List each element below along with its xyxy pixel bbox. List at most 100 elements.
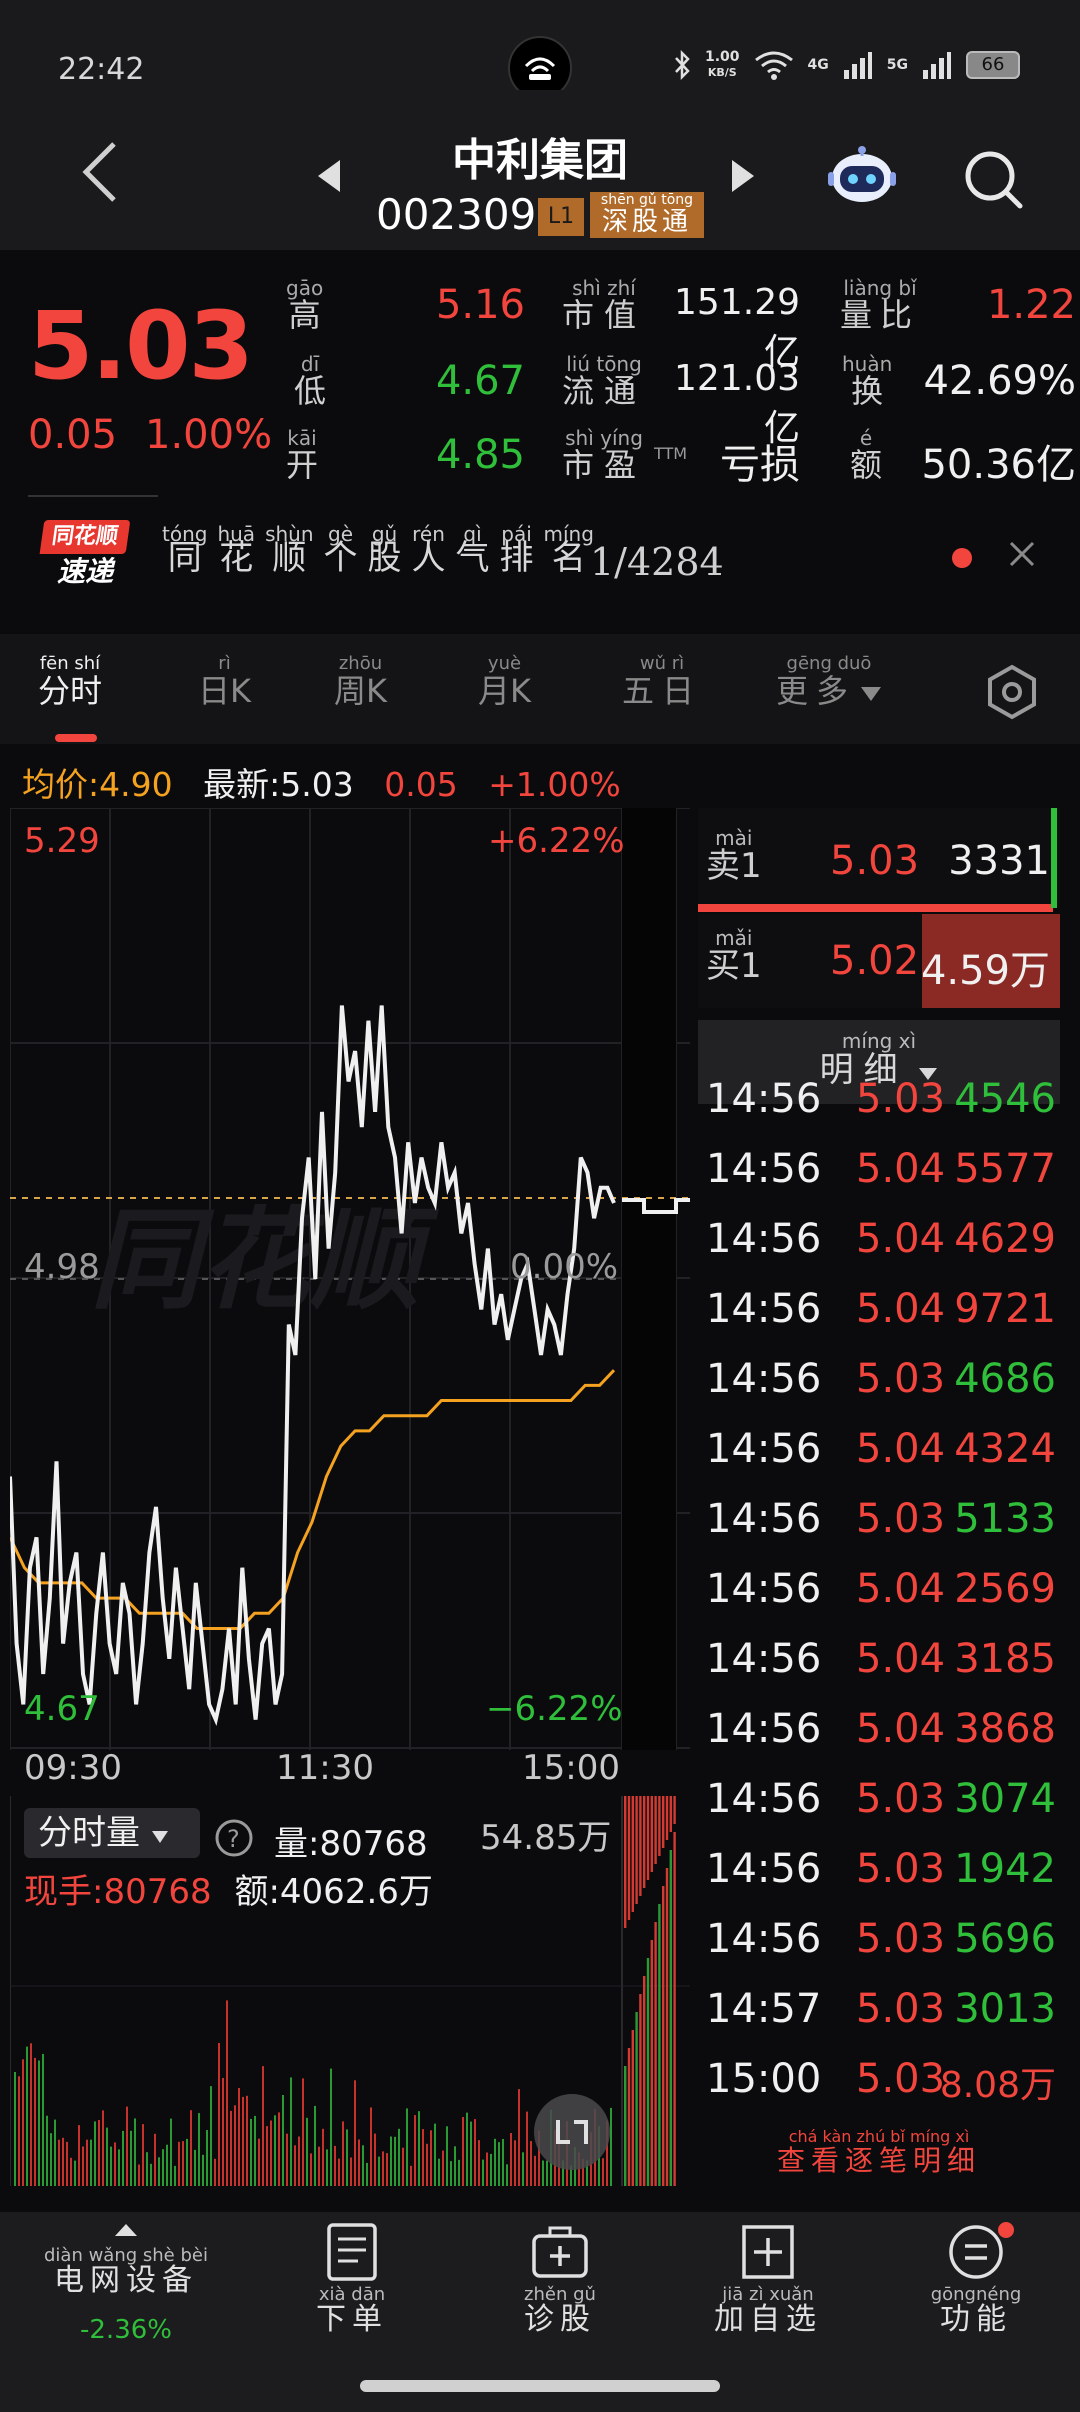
trade-time: 14:56 [706,1216,822,1262]
period-tabs [0,634,1080,744]
tab-daily-k[interactable]: rì 日K [198,654,251,709]
volume-bar [434,2123,436,2186]
buy-row[interactable]: mǎi 买1 5.02 4.59万 [698,914,1060,1008]
volume-bar [382,2151,384,2186]
volume-bar [126,2106,128,2186]
trade-time: 14:56 [706,1706,822,1752]
turnover-label: huàn 换 [842,352,893,410]
triangle-down-icon [151,1831,168,1843]
volume-bar [182,2141,184,2186]
tab-more[interactable]: gēng duō 更多 [776,654,882,708]
volume-bar [62,2137,64,2186]
volume-bar [438,2158,440,2186]
volume-type-label: 分时量 [38,1813,140,1853]
volume-bar [498,2142,500,2186]
tab-intraday[interactable]: fēn shí 分时 [38,654,102,709]
y-mid-label: 4.98 [24,1247,100,1287]
volume-bar [602,2158,604,2186]
trade-volume: 4686 [954,1356,1056,1402]
tab-monthly-k[interactable]: yuè 月K [478,654,531,709]
volume-bar [394,2136,396,2186]
divider [28,495,158,497]
x-label-1130: 11:30 [276,1748,374,1788]
volume-bar [458,2159,460,2186]
fullscreen-button[interactable] [534,2094,610,2170]
y-bottom-label: 4.67 [24,1689,100,1729]
after-hours-bar-top [643,1796,646,1888]
back-button[interactable] [80,140,120,215]
signal-5g-label: 5G [886,57,908,73]
trade-time: 15:00 [706,2056,822,2102]
trade-volume: 4629 [954,1216,1056,1262]
volume-bar [102,2110,104,2186]
tab-five-day[interactable]: wǔ rì 五日 [622,654,702,709]
help-icon[interactable]: ? [214,1818,254,1858]
volume-bar [42,2054,44,2186]
after-hours-bar [650,1940,653,2186]
status-icons: 1.00 KB/S 4G 5G 66 [673,50,1020,80]
trade-time: 14:56 [706,1776,822,1822]
trade-row: 14:56 5.03 3074 [706,1776,1056,1846]
triangle-right-icon [732,160,754,192]
volume-bar [258,2138,260,2186]
nav-diagnose[interactable]: zhěn gǔ 诊股 [452,2222,668,2336]
volume-bar [474,2119,476,2186]
volume-bar [294,2145,296,2186]
next-stock-button[interactable] [730,158,756,203]
volume-bar [338,2158,340,2186]
settings-icon[interactable] [984,664,1040,720]
trade-time: 14:56 [706,1286,822,1332]
volume-bar [142,2124,144,2186]
volume-bar [270,2120,272,2186]
trade-row: 14:56 5.04 2569 [706,1566,1056,1636]
close-banner-button[interactable] [1008,532,1036,578]
view-tick-detail-link[interactable]: chá kàn zhú bǐ míng xì 查看逐笔明细 [698,2128,1060,2176]
volume-bar [26,2046,28,2186]
nav-place-order[interactable]: xià dān 下单 [244,2222,460,2336]
volume-bar [462,2117,464,2186]
after-hours-bar [631,2030,634,2186]
volume-bar [58,2139,60,2186]
search-icon[interactable] [962,148,1024,210]
trade-time: 14:57 [706,1986,822,2032]
after-hours-bar-top [639,1796,642,1896]
volume-ratio-value: 1.22 [986,282,1076,328]
home-indicator[interactable] [360,2380,720,2392]
menu-circle-icon [949,2222,1014,2279]
medical-kit-icon [532,2226,588,2278]
volume-bar [198,2113,200,2186]
trade-volume: 3013 [954,1986,1056,2032]
nav-sector[interactable]: diàn wǎng shè bèi 电网设备 -2.36% [18,2222,234,2345]
volume-bar [130,2130,132,2186]
y-top-label: 5.29 [24,821,100,861]
triangle-left-icon [318,160,340,192]
sell-row[interactable]: mài 卖1 5.03 3331 [698,808,1060,912]
after-hours-bar [654,1922,657,2186]
nav-add-watchlist[interactable]: jiā zì xuǎn 加自选 [660,2222,876,2336]
volume-bar [214,2158,216,2186]
prev-stock-button[interactable] [316,158,342,203]
volume-bar [210,2086,212,2186]
volume-bar [478,2140,480,2186]
nav-functions[interactable]: gōngnéng 功能 [868,2222,1080,2336]
after-hours-bar-top [669,1796,672,1832]
pe-value: 亏损 [720,442,800,488]
volume-bar [350,2157,352,2186]
trade-row: 14:56 5.03 5696 [706,1916,1056,1986]
trade-row: 14:56 5.04 4324 [706,1426,1056,1496]
volume-bar [358,2139,360,2186]
volume-bar [266,2126,268,2186]
volume-bar [526,2111,528,2186]
intraday-chart[interactable]: 同花顺 5.29 +6.22% 4.98 0.00% 4.67 −6.22% 0… [10,808,690,1750]
after-hours-bar [662,1886,665,2186]
amount-value: 50.36亿 [921,442,1076,488]
volume-bar [442,2150,444,2186]
tab-weekly-k[interactable]: zhōu 周K [334,654,387,709]
volume-bar [302,2078,304,2186]
chevron-left-icon [82,142,116,202]
ai-assistant-icon[interactable] [826,144,898,206]
ask1-volume: 3331 [948,838,1050,884]
volume-bar [426,2143,428,2186]
volume-type-selector[interactable]: 分时量 [24,1808,200,1858]
active-tab-indicator [55,734,97,742]
